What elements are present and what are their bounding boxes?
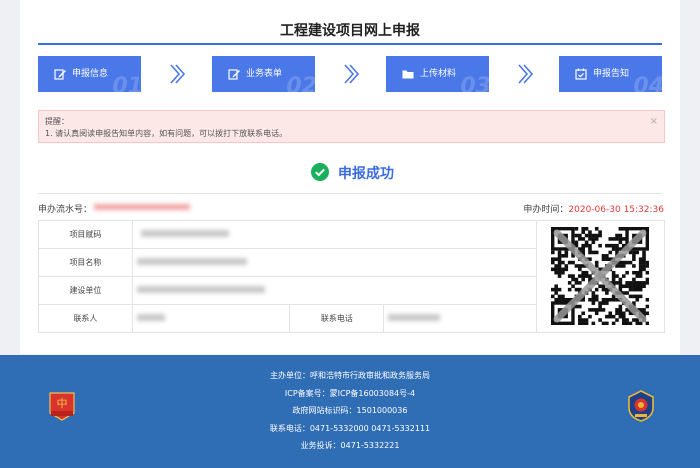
serial-number-redacted [94, 204, 190, 210]
step-declare-notice[interactable]: 申报告知 04 [559, 56, 662, 92]
divider [38, 193, 662, 194]
project-code-label: 项目赋码 [38, 220, 133, 249]
reminder-notice: 提醒： 1. 请认真阅读申报告知单内容，如有问题，可以拨打下放联系电话。 × [38, 110, 665, 143]
close-icon[interactable]: × [650, 116, 658, 127]
chevron-right-icon [170, 64, 186, 84]
step-business-form[interactable]: 业务表单 02 [212, 56, 315, 92]
phone-value [383, 304, 537, 333]
party-government-badge-icon[interactable]: 中 [48, 391, 76, 421]
site-footer: 主办单位：呼和浩特市行政审批和政务服务局 ICP备案号：蒙ICP备1600308… [0, 355, 700, 468]
step-upload-materials[interactable]: 上传材料 03 [386, 56, 489, 92]
step-number: 03 [460, 74, 489, 92]
project-code-value [131, 220, 537, 249]
builder-value [131, 276, 537, 305]
step-number: 01 [112, 74, 141, 92]
check-circle-icon [311, 163, 329, 181]
police-emblem-icon[interactable] [626, 390, 656, 422]
contact-value [131, 304, 291, 333]
chevron-right-icon [344, 64, 360, 84]
folder-icon [402, 70, 414, 79]
declare-time-value: 2020-06-30 15:32:36 [568, 205, 664, 215]
edit-icon [54, 69, 66, 80]
project-info-table: 项目赋码 项目名称 建设单位 联系人 联系电话 [38, 220, 666, 333]
table-row: 项目赋码 [38, 220, 666, 333]
footer-phone: 联系电话：0471-5332000 0471-5332111 [269, 423, 431, 433]
step-number: 04 [633, 74, 662, 92]
phone-label: 联系电话 [289, 304, 385, 333]
step-number: 02 [286, 74, 315, 92]
step-label: 申报信息 [72, 69, 109, 79]
calendar-check-icon [575, 68, 587, 80]
footer-host: 主办单位：呼和浩特市行政审批和政务服务局 [270, 371, 430, 380]
project-name-label: 项目名称 [38, 248, 133, 277]
qr-code-cell [535, 220, 666, 333]
step-label: 申报告知 [593, 69, 630, 79]
step-declare-info[interactable]: 申报信息 01 [38, 56, 141, 92]
declare-time: 申办时间：2020-06-30 15:32:36 [523, 202, 664, 215]
success-status: 申报成功 [338, 166, 394, 182]
notice-heading: 提醒： [45, 117, 69, 126]
serial-number-label: 申办流水号： [38, 205, 93, 215]
footer-gov-code: 政府网站标识码：1501000036 [292, 406, 408, 415]
svg-text:中: 中 [57, 397, 68, 410]
main-card: 工程建设项目网上申报 申报信息 01 业务表单 02 上传材料 03 申报告知 … [20, 0, 680, 354]
page-title: 工程建设项目网上申报 [280, 23, 420, 39]
contact-label: 联系人 [38, 304, 133, 333]
footer-complaint: 业务投诉：0471-5332221 [300, 441, 400, 450]
step-label: 业务表单 [246, 69, 283, 79]
builder-label: 建设单位 [38, 276, 133, 305]
edit-icon [228, 69, 240, 80]
declare-time-label: 申办时间： [523, 205, 569, 215]
notice-text: 1. 请认真阅读申报告知单内容，如有问题，可以拨打下放联系电话。 [45, 129, 288, 138]
footer-icp[interactable]: ICP备案号：蒙ICP备16003084号-4 [0, 385, 700, 403]
title-divider [38, 43, 662, 45]
chevron-right-icon [518, 64, 534, 84]
step-label: 上传材料 [420, 69, 457, 79]
qr-code [551, 226, 650, 325]
project-name-value [131, 248, 537, 277]
